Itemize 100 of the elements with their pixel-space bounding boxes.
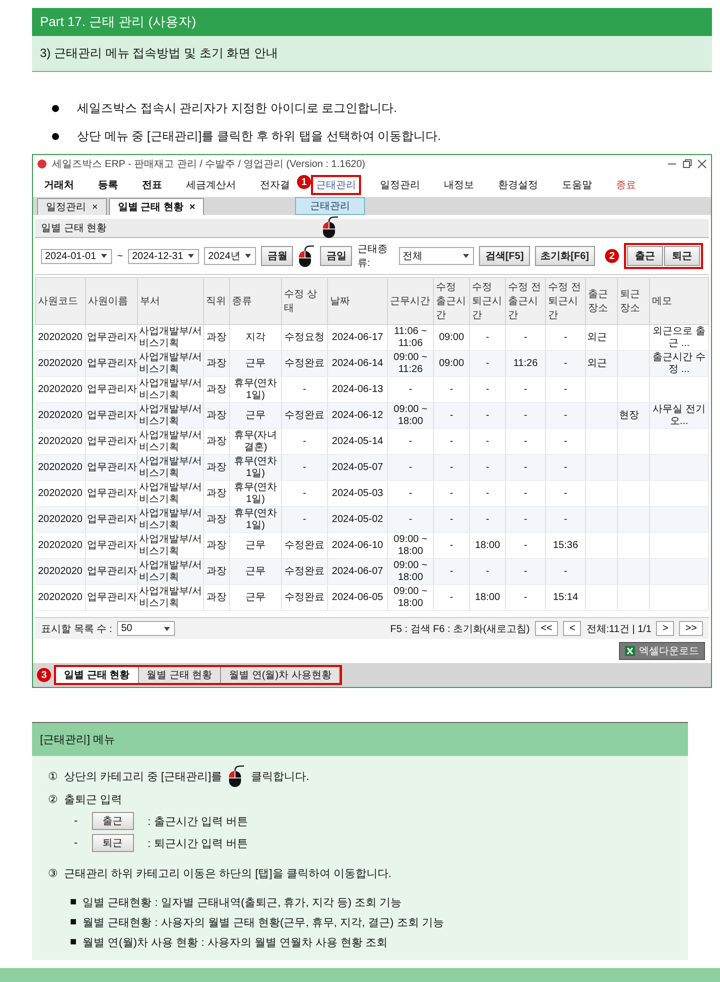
bullet-icon bbox=[52, 104, 59, 112]
step-number: ③ bbox=[48, 866, 58, 880]
item-text: 일별 근태현황 : 일자별 근태내역(출퇴근, 휴가, 지각 등) 조회 기능 bbox=[82, 896, 402, 910]
close-icon[interactable] bbox=[697, 159, 707, 169]
table-cell: 과장 bbox=[204, 558, 230, 584]
month-button[interactable]: 금월 bbox=[261, 246, 294, 266]
table-cell: 사무실 전기 오... bbox=[650, 402, 708, 428]
type-select[interactable]: 전체 bbox=[398, 247, 474, 265]
menu-item[interactable]: 종료 bbox=[611, 175, 641, 195]
bottom-tab[interactable]: 월별 연(월)차 사용현황 bbox=[221, 667, 340, 683]
table-cell: 20202020 bbox=[36, 454, 86, 480]
date-field[interactable]: 2024-12-31 bbox=[128, 248, 200, 264]
first-page-button[interactable]: << bbox=[534, 621, 558, 636]
close-icon[interactable]: × bbox=[189, 202, 196, 212]
table-cell: - bbox=[546, 506, 586, 532]
type-label: 근태종류: bbox=[357, 243, 388, 270]
table-cell: 근무 bbox=[230, 584, 282, 610]
table-cell: - bbox=[470, 350, 506, 376]
column-header: 종류 bbox=[230, 278, 282, 324]
table-cell: 2024-06-12 bbox=[328, 402, 388, 428]
table-cell: 2024-06-14 bbox=[328, 350, 388, 376]
table-cell: 2024-05-02 bbox=[328, 506, 388, 532]
bullet-icon bbox=[52, 132, 59, 140]
table-cell: 20202020 bbox=[36, 402, 86, 428]
menu-item[interactable]: 거래처 bbox=[39, 175, 79, 195]
page-size-select[interactable]: 50 bbox=[117, 621, 176, 636]
menu-item[interactable]: 등록 bbox=[93, 175, 123, 195]
table-cell: 휴무(연차 1일) bbox=[230, 454, 282, 480]
table-cell: - bbox=[506, 558, 546, 584]
table-cell: - bbox=[388, 454, 434, 480]
column-header: 사원이름 bbox=[86, 278, 138, 324]
column-header: 부서 bbox=[138, 278, 204, 324]
restore-icon[interactable] bbox=[682, 159, 692, 169]
excel-download-button[interactable]: 엑셀다운로드 bbox=[619, 642, 705, 660]
table-cell: - bbox=[434, 506, 470, 532]
date-field[interactable]: 2024-01-01 bbox=[41, 248, 112, 264]
column-header: 수정 전 퇴근시간 bbox=[546, 278, 586, 324]
bottom-tab[interactable]: 일별 근태 현황 bbox=[56, 667, 139, 683]
number-badge: 3 bbox=[37, 668, 51, 682]
table-cell: - bbox=[434, 558, 470, 584]
menu-item[interactable]: 환경설정 bbox=[493, 175, 543, 195]
menu-item[interactable]: 세금계산서 bbox=[181, 175, 241, 195]
table-cell: 20202020 bbox=[36, 350, 86, 376]
square-bullet: ■ bbox=[70, 896, 77, 908]
today-button[interactable]: 금일 bbox=[320, 246, 352, 266]
year-select[interactable]: 2024년 bbox=[204, 247, 256, 265]
mouse-icon bbox=[228, 764, 246, 788]
search-button[interactable]: 검색[F5] bbox=[479, 246, 530, 266]
table-cell: - bbox=[434, 402, 470, 428]
table-cell: 2024-05-07 bbox=[328, 454, 388, 480]
app-logo-icon bbox=[37, 159, 47, 169]
caret-icon bbox=[100, 253, 108, 259]
button-image: 출근 bbox=[92, 812, 134, 830]
step-number: ② bbox=[48, 792, 58, 806]
table-cell: 09:00 ~ 18:00 bbox=[388, 558, 434, 584]
table-cell: - bbox=[470, 454, 506, 480]
menu-item[interactable]: 내정보 bbox=[439, 175, 479, 195]
table-cell: 업무관리자 bbox=[86, 350, 138, 376]
close-icon[interactable]: × bbox=[92, 202, 98, 212]
document-tab[interactable]: 일정관리 × bbox=[37, 198, 107, 215]
table-cell: 과장 bbox=[204, 584, 230, 610]
step-number: ① bbox=[48, 770, 58, 782]
menu-item[interactable]: 도움말 bbox=[557, 175, 597, 195]
document-tab[interactable]: 일별 근태 현황 × bbox=[108, 198, 204, 215]
table-cell: 18:00 bbox=[470, 584, 506, 610]
range-separator: ~ bbox=[117, 250, 123, 262]
column-header: 수정 전 출근시간 bbox=[506, 278, 546, 324]
table-cell: 과장 bbox=[204, 402, 230, 428]
column-header: 수정 퇴근시간 bbox=[470, 278, 506, 324]
step-text: 출퇴근 입력 bbox=[64, 792, 122, 806]
column-header: 메모 bbox=[650, 278, 708, 324]
column-header: 수정 출근시간 bbox=[434, 278, 470, 324]
table-cell: - bbox=[546, 350, 586, 376]
menu-item[interactable]: 근태관리 bbox=[311, 175, 361, 195]
last-page-button[interactable]: >> bbox=[679, 621, 703, 636]
menu-item[interactable]: 전자결 bbox=[255, 175, 295, 195]
table-cell: 사업개발부/서비스기획 bbox=[138, 506, 204, 532]
button-image: 퇴근 bbox=[92, 834, 134, 852]
table-cell: - bbox=[546, 454, 586, 480]
bottom-tab[interactable]: 월별 근태 현황 bbox=[138, 667, 222, 683]
table-cell: 수정완료 bbox=[282, 402, 328, 428]
column-header: 날짜 bbox=[328, 278, 388, 324]
table-cell: - bbox=[546, 402, 586, 428]
next-page-button[interactable]: > bbox=[656, 621, 674, 636]
reset-button[interactable]: 초기화[F6] bbox=[534, 246, 595, 266]
menu-item[interactable]: 일정관리 bbox=[375, 175, 425, 195]
dropdown-item[interactable]: 근태관리 bbox=[295, 197, 365, 215]
table-cell: 사업개발부/서비스기획 bbox=[138, 402, 204, 428]
attendance-button[interactable]: 출근 bbox=[627, 246, 663, 266]
step-text: 클릭합니다. bbox=[251, 770, 310, 784]
table-cell: 업무관리자 bbox=[86, 454, 138, 480]
button-description: : 퇴근시간 입력 버튼 bbox=[148, 836, 248, 850]
attendance-button[interactable]: 퇴근 bbox=[664, 246, 700, 266]
column-header: 근무시간 bbox=[388, 278, 434, 324]
caret-icon bbox=[244, 253, 252, 259]
prev-page-button[interactable]: < bbox=[563, 621, 582, 636]
page-summary: 전체:11건 | 1/1 bbox=[586, 622, 652, 636]
caret-icon bbox=[187, 253, 196, 259]
menu-item[interactable]: 전표 bbox=[137, 175, 167, 195]
column-header: 출근장소 bbox=[586, 278, 618, 324]
